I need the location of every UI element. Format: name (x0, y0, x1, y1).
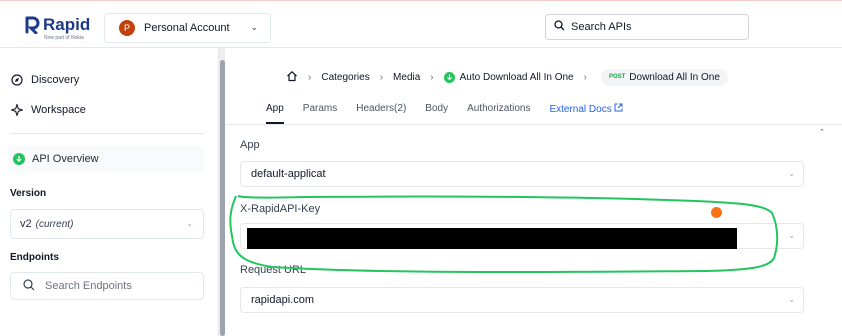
external-docs-label: External Docs (549, 104, 612, 115)
orange-marker-dot (711, 207, 722, 218)
search-icon (554, 18, 565, 36)
sidebar-scrollbar[interactable] (218, 48, 225, 336)
tab-app[interactable]: App (266, 100, 284, 124)
rapid-logo-icon (24, 16, 40, 35)
search-apis-input[interactable]: Search APIs (545, 14, 749, 40)
app-value: default-applicat (251, 168, 326, 180)
tab-authorizations[interactable]: Authorizations (467, 100, 530, 124)
search-endpoints-placeholder: Search Endpoints (45, 280, 132, 292)
api-key-label: X-RapidAPI-Key (240, 203, 321, 215)
sidebar-item-label: Workspace (31, 104, 86, 116)
sidebar: Discovery Workspace API Overview Version… (0, 48, 218, 336)
tab-body[interactable]: Body (425, 100, 448, 124)
top-bar: Rapid Now part of Nokia P Personal Accou… (0, 4, 842, 48)
tab-headers[interactable]: Headers(2) (356, 100, 406, 124)
request-url-select[interactable]: rapidapi.com ⌄ (240, 287, 804, 313)
redacted-key-bar (247, 228, 737, 249)
api-overview-label: API Overview (32, 153, 99, 165)
sidebar-item-api-overview[interactable]: API Overview (8, 146, 204, 172)
search-apis-placeholder: Search APIs (571, 21, 632, 33)
breadcrumb: › Categories › Media › Auto Download All… (286, 67, 728, 87)
tabs-divider (226, 124, 842, 125)
compass-icon (10, 73, 24, 87)
sidebar-divider (10, 133, 204, 134)
avatar: P (119, 20, 135, 36)
download-icon (443, 71, 455, 83)
version-heading: Version (10, 188, 47, 199)
breadcrumb-api[interactable]: Auto Download All In One (460, 72, 574, 83)
version-note: (current) (35, 218, 74, 230)
main-panel: › Categories › Media › Auto Download All… (226, 48, 842, 336)
endpoint-name: Download All In One (629, 71, 720, 83)
chevron-right-icon: › (379, 71, 384, 83)
version-select[interactable]: v2 (current) ⌄ (10, 209, 204, 239)
endpoints-heading: Endpoints (10, 252, 59, 263)
search-icon (23, 278, 35, 294)
scrollbar-thumb[interactable] (220, 60, 225, 336)
sidebar-item-discovery[interactable]: Discovery (10, 73, 79, 87)
sparkle-icon (10, 103, 24, 117)
chevron-right-icon: › (583, 71, 587, 83)
chevron-right-icon: › (430, 71, 434, 83)
app-label: App (240, 139, 260, 151)
breadcrumb-categories[interactable]: Categories (321, 72, 369, 83)
chevron-down-icon: ⌄ (788, 231, 795, 240)
breadcrumb-endpoint[interactable]: POST Download All In One (600, 68, 728, 86)
chevron-down-icon: ⌄ (186, 219, 193, 228)
app-select[interactable]: default-applicat ⌄ (240, 161, 804, 187)
brand-tagline: Now part of Nokia (44, 35, 84, 41)
download-icon (13, 153, 25, 165)
brand-name: Rapid (43, 15, 91, 34)
method-badge: POST (608, 74, 626, 80)
tab-params[interactable]: Params (303, 100, 337, 124)
account-switcher[interactable]: P Personal Account ⌄ (104, 13, 271, 43)
sidebar-item-label: Discovery (31, 74, 80, 86)
account-label: Personal Account (144, 22, 230, 34)
home-icon[interactable] (286, 70, 298, 85)
external-link-icon (614, 103, 623, 115)
rapid-logo[interactable]: Rapid Now part of Nokia (24, 15, 91, 41)
chevron-down-icon: ⌄ (788, 295, 795, 304)
chevron-down-icon: ⌄ (250, 22, 258, 32)
search-endpoints-input[interactable]: Search Endpoints (10, 272, 204, 300)
chevron-right-icon: › (308, 71, 312, 83)
external-docs-link[interactable]: External Docs (549, 100, 623, 124)
chevron-down-icon: ⌄ (788, 169, 795, 178)
request-tabs: App Params Headers(2) Body Authorization… (266, 100, 642, 124)
breadcrumb-media[interactable]: Media (393, 72, 420, 83)
version-value: v2 (20, 218, 32, 230)
chevron-up-icon[interactable]: ⌃ (819, 128, 825, 136)
sidebar-item-workspace[interactable]: Workspace (10, 103, 86, 117)
request-url-value: rapidapi.com (251, 294, 314, 306)
request-url-label: Request URL (240, 264, 307, 276)
